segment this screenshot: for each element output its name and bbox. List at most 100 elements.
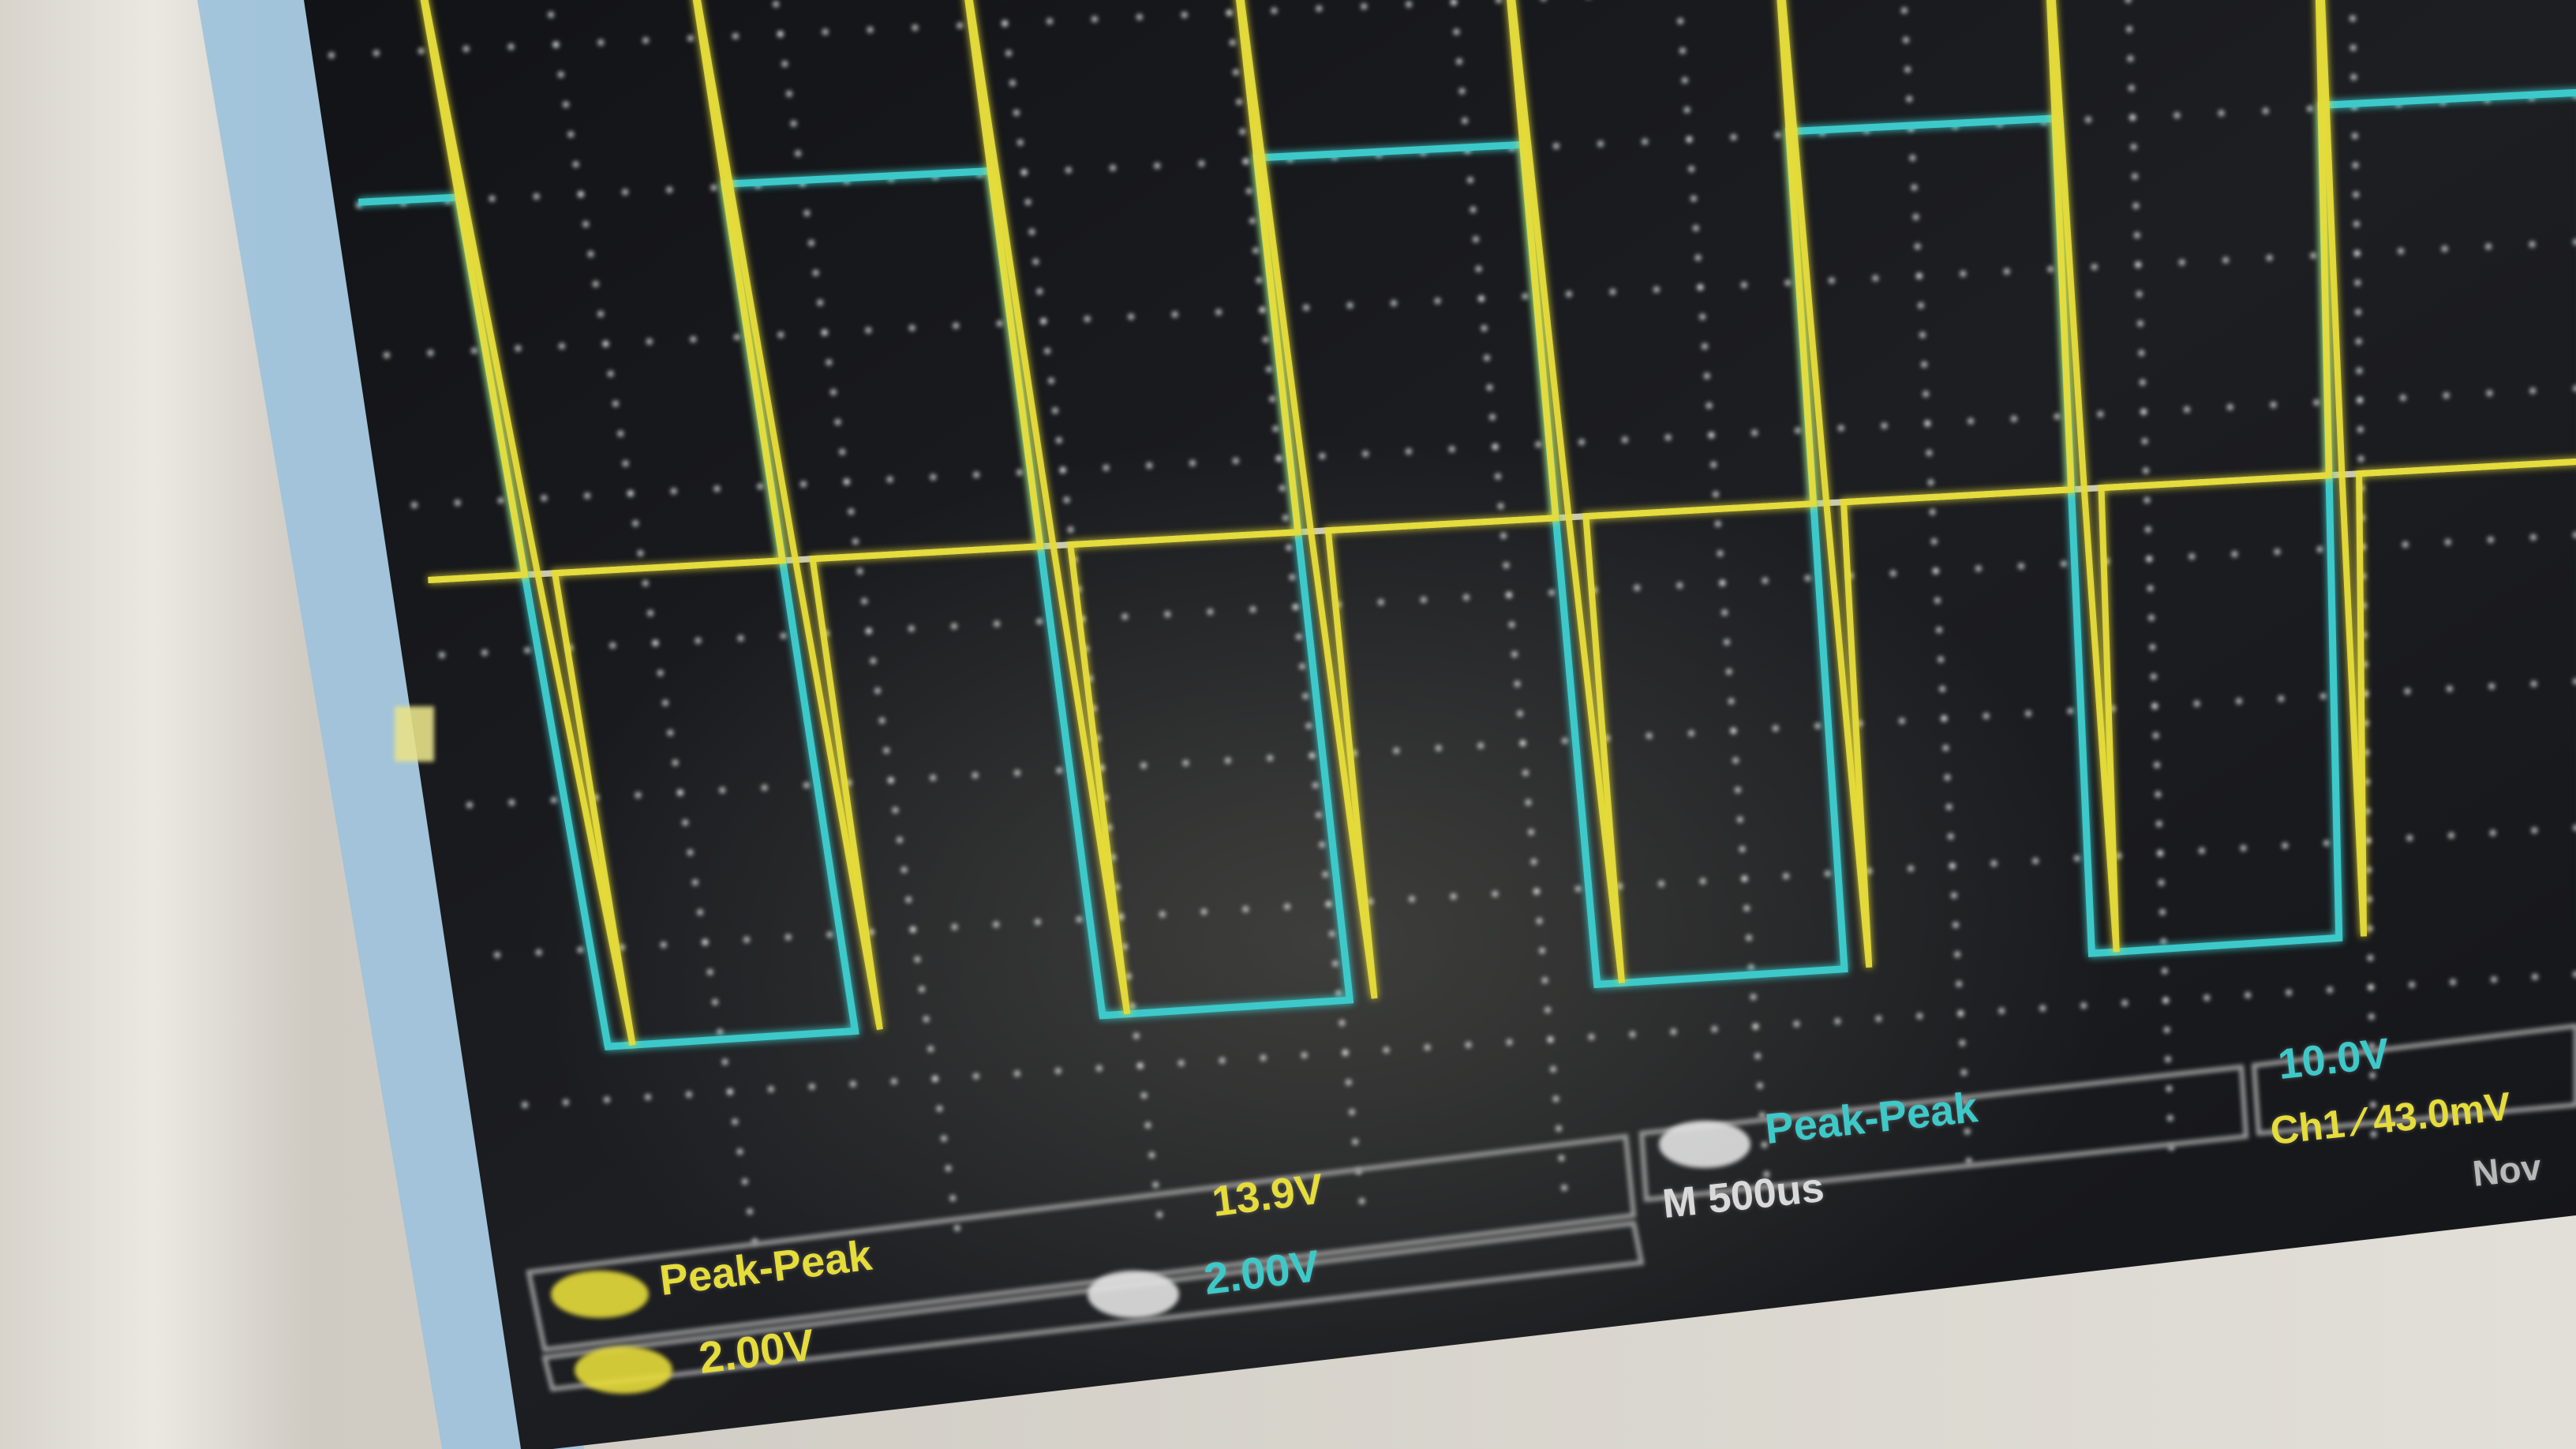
- grid-dot: [1536, 918, 1543, 924]
- grid-dot: [1226, 9, 1233, 17]
- grid-dot: [1055, 436, 1062, 444]
- grid-dot: [617, 430, 624, 437]
- grid-dot: [1110, 164, 1117, 171]
- grid-dot: [741, 1178, 748, 1185]
- ch1-scale-indicator: [575, 1346, 672, 1394]
- grid-dot: [1930, 538, 1938, 545]
- grid-dot: [1903, 36, 1909, 43]
- grid-dot: [1915, 272, 1923, 279]
- grid-dot: [1256, 277, 1263, 284]
- grid-dot: [1699, 313, 1706, 320]
- grid-dot: [1794, 427, 1801, 434]
- grid-dot: [2313, 399, 2320, 406]
- grid-dot: [786, 90, 792, 97]
- grid-dot: [2025, 710, 2032, 717]
- grid-dot: [800, 481, 807, 488]
- grid-dot: [2488, 683, 2496, 690]
- grid-dot: [609, 642, 616, 649]
- grid-dot: [1362, 450, 1369, 457]
- grid-dot: [2129, 114, 2136, 121]
- grid-dot: [1236, 99, 1243, 106]
- grid-dot: [662, 699, 668, 706]
- grid-dot: [2147, 585, 2154, 592]
- grid-dot: [2487, 536, 2494, 543]
- grid-dot: [373, 50, 380, 57]
- grid-dot: [2310, 252, 2317, 259]
- grid-dot: [1013, 769, 1020, 777]
- grid-dot: [856, 567, 863, 575]
- grid-dot: [1690, 195, 1697, 202]
- grid-dot: [1171, 311, 1178, 318]
- grid-dot: [646, 338, 653, 345]
- grid-dot: [1949, 863, 1956, 870]
- grid-dot: [2162, 997, 2170, 1004]
- grid-dot: [1911, 184, 1918, 191]
- grid-dot: [1697, 284, 1704, 290]
- grid-dot: [1481, 324, 1488, 331]
- grid-dot: [2450, 979, 2457, 986]
- grid-dot: [1544, 1006, 1551, 1013]
- grid-dot: [1881, 422, 1888, 429]
- grid-dot: [2409, 981, 2416, 988]
- grid-dot: [1906, 95, 1913, 103]
- grid-dot: [1059, 466, 1066, 474]
- grid-dot: [1495, 473, 1501, 480]
- grid-dot: [1539, 947, 1545, 954]
- grid-dot: [1259, 306, 1266, 313]
- grid-dot: [2141, 438, 2148, 445]
- grid-dot: [642, 579, 649, 586]
- grid-dot: [1095, 1065, 1103, 1072]
- grid-dot: [1552, 143, 1559, 149]
- grid-dot: [1013, 109, 1020, 116]
- grid-dot: [1316, 5, 1323, 12]
- grid-dot: [972, 772, 979, 779]
- grid-dot: [834, 418, 841, 425]
- grid-dot: [1252, 247, 1260, 254]
- grid-dot: [642, 37, 650, 44]
- grid-dot: [1511, 651, 1518, 657]
- grid-dot: [1267, 754, 1274, 762]
- grid-dot: [1125, 973, 1132, 980]
- grid-dot: [1065, 167, 1072, 174]
- grid-dot: [1932, 567, 1939, 575]
- grid-dot: [1552, 1095, 1559, 1103]
- grid-dot: [1541, 977, 1548, 984]
- grid-dot: [994, 620, 1001, 627]
- grid-dot: [2136, 290, 2143, 298]
- grid-dot: [2222, 256, 2230, 264]
- grid-dot: [919, 986, 925, 993]
- grid-dot: [567, 131, 575, 138]
- grid-dot: [1146, 462, 1153, 469]
- grid-dot: [927, 1046, 934, 1053]
- grid-dot: [719, 787, 726, 794]
- grid-dot: [2161, 968, 2168, 975]
- grid-dot: [702, 938, 709, 945]
- grid-dot: [2174, 112, 2181, 119]
- grid-dot: [2529, 534, 2537, 541]
- grid-dot: [411, 502, 417, 508]
- grid-dot: [1017, 139, 1024, 146]
- grid-dot: [1692, 225, 1699, 232]
- grid-dot: [1950, 892, 1957, 899]
- grid-dot: [1983, 713, 1990, 720]
- grid-dot: [1462, 593, 1470, 601]
- grid-dot: [557, 71, 564, 78]
- grid-dot: [908, 324, 915, 331]
- grid-dot: [1939, 685, 1946, 692]
- grid-dot: [2354, 279, 2361, 286]
- grid-dot: [1406, 1, 1413, 8]
- grid-dot: [1677, 17, 1684, 24]
- grid-dot: [2323, 840, 2330, 847]
- grid-dot: [2003, 268, 2010, 275]
- grid-dot: [1747, 964, 1754, 971]
- grid-dot: [1473, 236, 1479, 243]
- grid-dot: [384, 352, 390, 358]
- grid-dot: [1872, 275, 1879, 282]
- grid-dot: [1076, 915, 1083, 923]
- ch1-ground-marker: [395, 706, 434, 762]
- grid-dot: [1219, 1057, 1226, 1064]
- grid-dot: [848, 508, 855, 515]
- grid-dot: [533, 193, 540, 200]
- grid-dot: [1486, 384, 1493, 391]
- grid-dot: [2047, 266, 2054, 273]
